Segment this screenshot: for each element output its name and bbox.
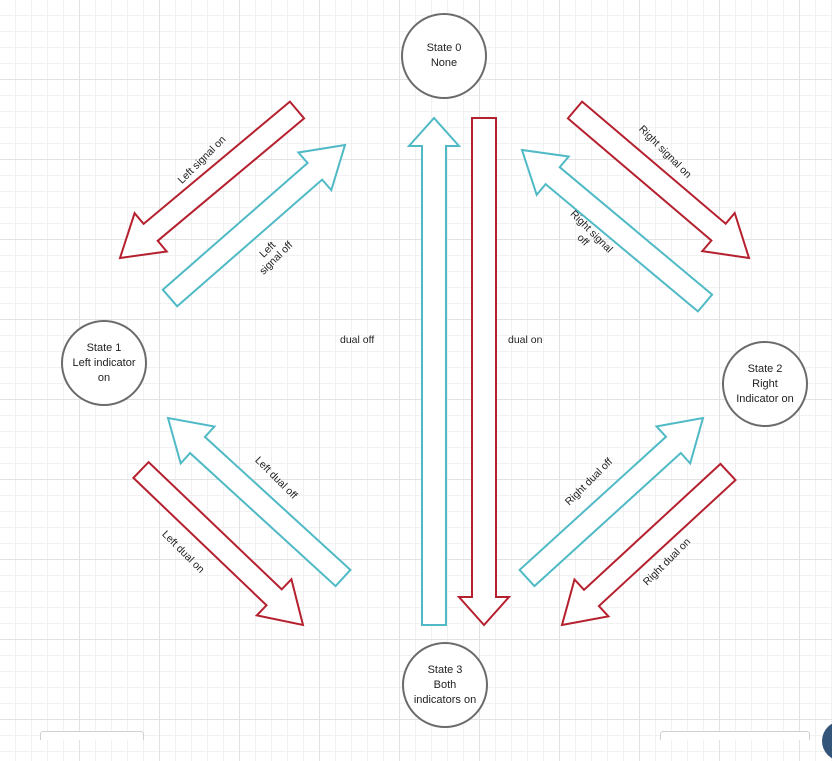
label-dual-off: dual off	[340, 334, 375, 346]
state-2-desc-line2: Indicator on	[736, 392, 794, 405]
state-0-node[interactable]: State 0 None	[401, 13, 487, 99]
state-3-node[interactable]: State 3 Both indicators on	[402, 642, 488, 728]
state-1-desc-line1: Left indicator	[72, 356, 136, 369]
state-1-desc-line2: on	[97, 371, 111, 384]
state-1-title: State 1	[86, 341, 122, 354]
arrow-dual-on	[456, 117, 512, 627]
state-3-desc-line1: Both	[433, 678, 457, 691]
state-3-desc-line2: indicators on	[413, 693, 477, 706]
state-1-node[interactable]: State 1 Left indicator on	[61, 320, 147, 406]
state-0-title: State 0	[426, 42, 462, 54]
arrow-dual-off	[406, 116, 462, 626]
state-2-title: State 2	[747, 362, 783, 375]
state-2-desc-line1: Right	[752, 377, 778, 390]
state-2-node[interactable]: State 2 Right Indicator on	[722, 341, 808, 427]
state-0-desc: None	[430, 57, 458, 69]
state-3-title: State 3	[427, 663, 463, 676]
label-dual-on: dual on	[508, 334, 543, 346]
